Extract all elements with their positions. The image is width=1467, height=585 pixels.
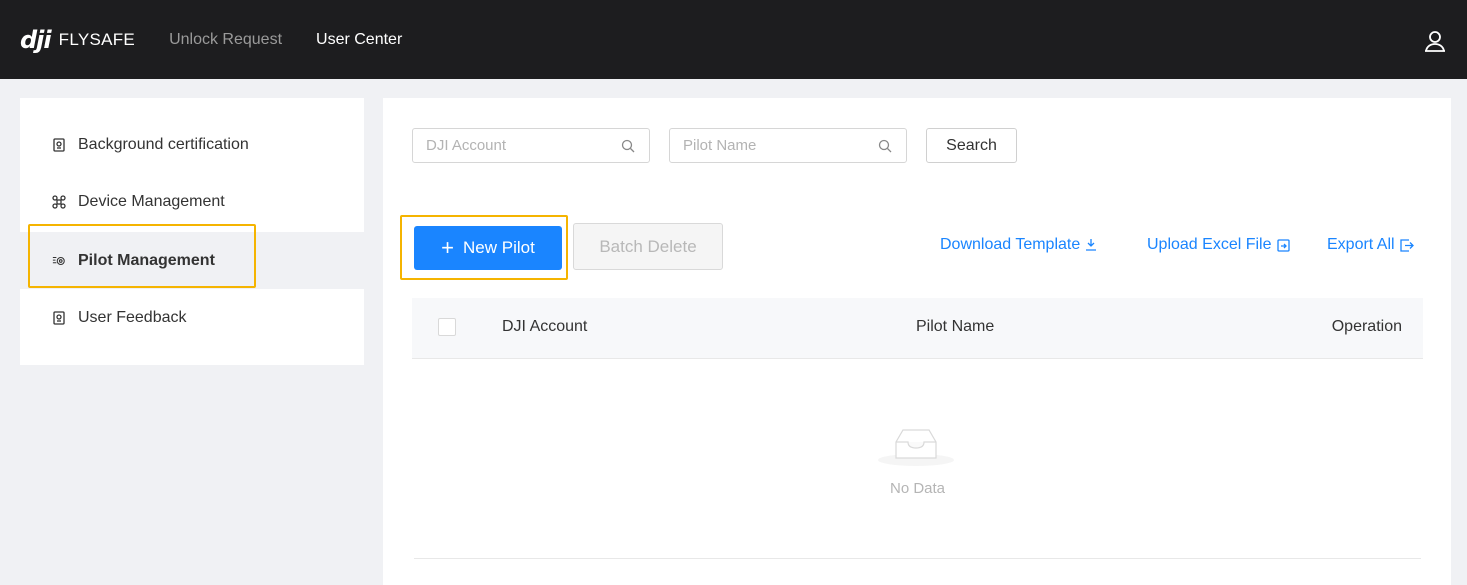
flysafe-logo[interactable]: dji FLYSAFE	[20, 26, 135, 54]
sidebar-item-label: User Feedback	[78, 308, 187, 326]
column-header-operation: Operation	[1331, 318, 1402, 335]
main-panel: Search + New Pilot Batch Delete Download…	[383, 98, 1451, 585]
new-pilot-button[interactable]: + New Pilot	[414, 226, 562, 270]
upload-file-icon	[1276, 238, 1290, 252]
export-all-label: Export All	[1327, 236, 1395, 253]
sidebar-item-label: Pilot Management	[78, 251, 215, 269]
search-icon	[621, 139, 635, 153]
upload-excel-link[interactable]: Upload Excel File	[1147, 236, 1290, 254]
pilot-name-input[interactable]	[670, 129, 906, 162]
certificate-icon	[52, 137, 66, 152]
user-icon[interactable]	[1423, 29, 1447, 53]
sidebar: Background certification Device Manageme…	[20, 98, 364, 365]
upload-excel-label: Upload Excel File	[1147, 236, 1272, 253]
dji-account-input[interactable]	[413, 129, 649, 162]
empty-inbox-icon	[878, 429, 954, 466]
sidebar-item-background-certification[interactable]: Background certification	[20, 116, 364, 173]
new-pilot-label: New Pilot	[463, 238, 535, 257]
sidebar-item-label: Device Management	[78, 192, 225, 210]
plus-icon: +	[441, 235, 455, 260]
sidebar-item-user-feedback[interactable]: User Feedback	[20, 289, 364, 346]
sidebar-item-label: Background certification	[78, 135, 249, 153]
dji-account-search-field[interactable]	[412, 128, 650, 163]
sidebar-item-pilot-management[interactable]: Pilot Management	[20, 232, 364, 289]
download-template-link[interactable]: Download Template	[940, 236, 1097, 254]
nav-user-center[interactable]: User Center	[316, 31, 402, 49]
pilot-name-search-field[interactable]	[669, 128, 907, 163]
nav-unlock-request[interactable]: Unlock Request	[169, 31, 282, 49]
export-icon	[1399, 238, 1414, 252]
select-all-checkbox[interactable]	[438, 318, 456, 336]
column-header-pilot-name[interactable]: Pilot Name	[916, 318, 994, 336]
drone-icon	[52, 194, 66, 209]
feedback-icon	[52, 310, 66, 325]
column-header-dji-account[interactable]: DJI Account	[502, 318, 587, 336]
empty-state-text: No Data	[889, 480, 946, 497]
export-all-link[interactable]: Export All	[1327, 236, 1414, 254]
top-nav-bar: dji FLYSAFE Unlock Request User Center	[0, 0, 1467, 79]
pilot-icon	[52, 254, 66, 268]
download-template-label: Download Template	[940, 236, 1081, 253]
table-header: DJI Account Pilot Name Operation	[412, 298, 1423, 359]
batch-delete-button[interactable]: Batch Delete	[573, 223, 723, 270]
table-divider	[414, 558, 1421, 559]
download-icon	[1086, 239, 1097, 251]
logo-text: FLYSAFE	[58, 29, 136, 49]
search-icon	[878, 139, 892, 153]
dji-logo-mark: dji	[20, 25, 52, 54]
search-button[interactable]: Search	[926, 128, 1017, 163]
sidebar-item-device-management[interactable]: Device Management	[20, 173, 364, 230]
